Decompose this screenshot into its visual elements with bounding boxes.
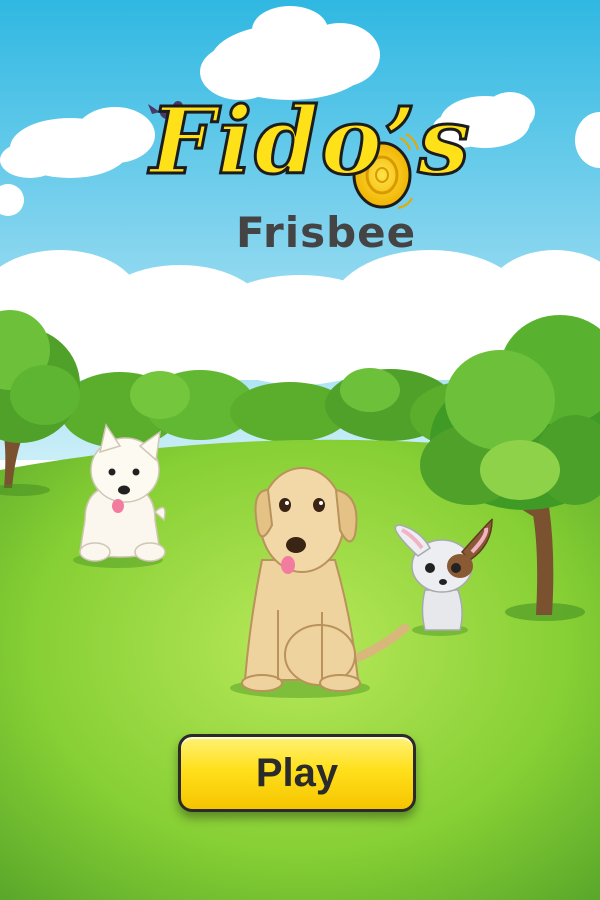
title-area: Fido’s Frisbee: [0, 0, 600, 300]
game-title: Fido’s: [149, 87, 472, 195]
game-subtitle: Frisbee: [236, 208, 417, 257]
play-button[interactable]: Play: [178, 734, 416, 812]
